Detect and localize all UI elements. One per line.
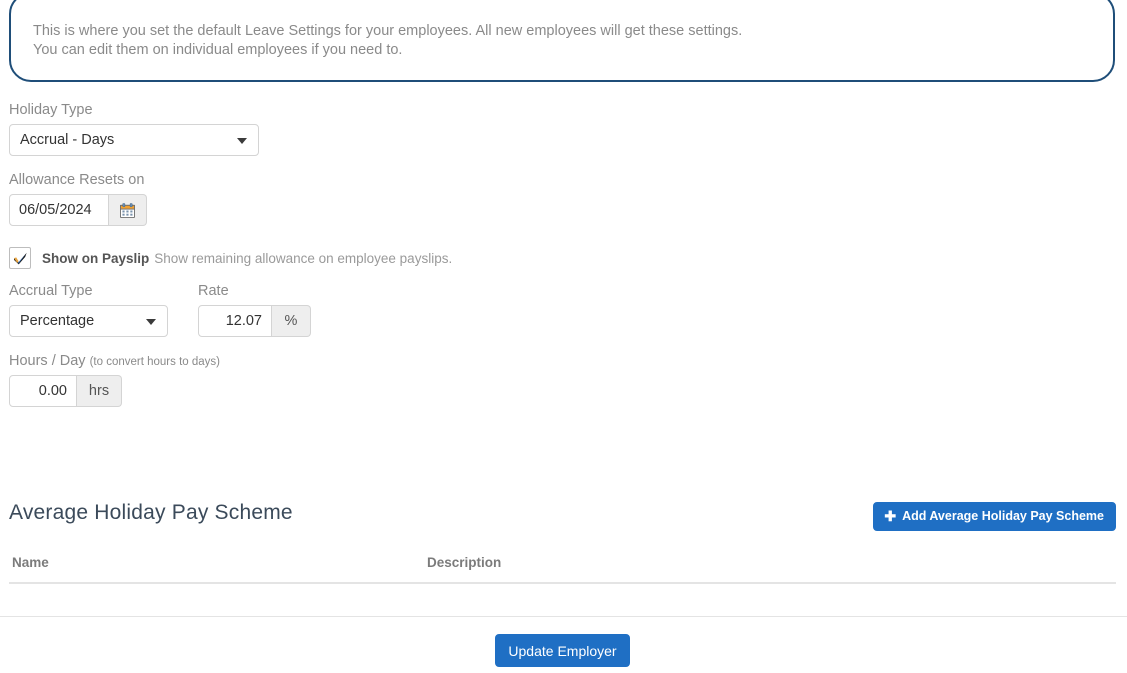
hours-per-day-unit-addon: hrs [77,375,122,407]
hours-per-day-input[interactable]: 0.00 [9,375,77,407]
rate-group: 12.07 % [198,305,311,337]
allowance-resets-group: 06/05/2024 [9,194,147,226]
chevron-down-icon [237,138,247,144]
hours-per-day-label: Hours / Day (to convert hours to days) [9,353,220,371]
column-header-description: Description [427,549,1116,584]
allowance-resets-input[interactable]: 06/05/2024 [9,194,109,226]
show-on-payslip-label: Show on Payslip [42,250,150,266]
column-header-name: Name [9,549,427,584]
info-callout-text: This is where you set the default Leave … [33,23,743,58]
info-callout: This is where you set the default Leave … [9,0,1115,82]
chevron-down-icon [146,319,156,325]
hours-per-day-hint: (to convert hours to days) [89,356,220,368]
accrual-type-label: Accrual Type [9,283,93,299]
hours-per-day-group: 0.00 hrs [9,375,122,407]
footer-divider [0,616,1127,617]
accrual-type-select[interactable]: Percentage [9,305,168,337]
add-average-holiday-pay-scheme-button[interactable]: ✚ Add Average Holiday Pay Scheme [873,502,1116,531]
accrual-type-value: Percentage [20,313,95,329]
add-scheme-button-label: Add Average Holiday Pay Scheme [902,508,1104,523]
hours-per-day-label-text: Hours / Day [9,353,86,369]
update-employer-button[interactable]: Update Employer [495,634,630,667]
show-on-payslip-help: Show remaining allowance on employee pay… [154,250,453,266]
rate-input[interactable]: 12.07 [198,305,272,337]
check-icon [13,252,27,264]
calendar-picker-button[interactable] [109,194,147,226]
allowance-resets-label: Allowance Resets on [9,172,145,188]
scheme-table: Name Description [9,549,1116,584]
holiday-type-label: Holiday Type [9,102,93,118]
scheme-section-title: Average Holiday Pay Scheme [9,501,293,524]
rate-label: Rate [198,283,229,299]
leave-settings-page: This is where you set the default Leave … [0,0,1127,673]
scheme-table-header-row: Name Description [9,549,1116,584]
plus-icon: ✚ [884,508,897,524]
show-on-payslip-checkbox[interactable] [9,247,31,269]
holiday-type-value: Accrual - Days [20,132,115,148]
rate-unit-addon: % [272,305,311,337]
holiday-type-select[interactable]: Accrual - Days [9,124,259,156]
show-on-payslip-row: Show on Payslip Show remaining allowance… [9,247,452,269]
calendar-icon [120,202,135,218]
